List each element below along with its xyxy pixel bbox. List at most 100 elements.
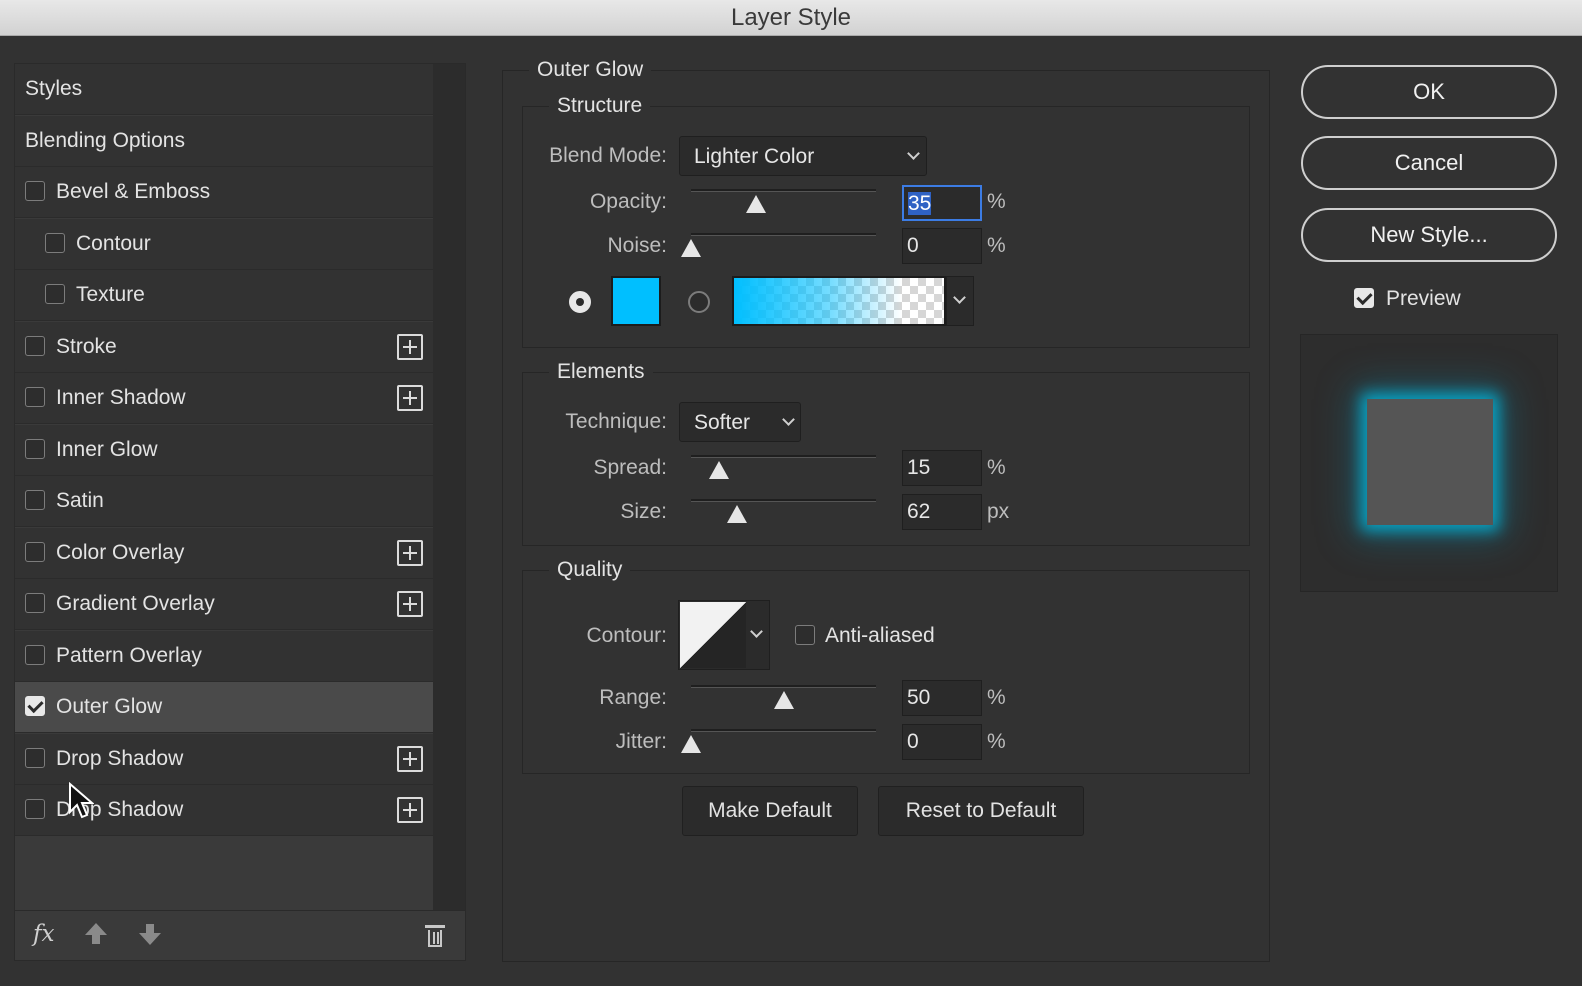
ok-button[interactable]: OK — [1301, 65, 1557, 119]
fx-button[interactable]: fx — [33, 921, 54, 947]
texture-checkbox[interactable] — [45, 284, 65, 304]
style-item-label: Gradient Overlay — [56, 592, 215, 615]
outer-glow-checkbox[interactable] — [25, 696, 45, 716]
style-item-label: Color Overlay — [56, 541, 185, 564]
reset-to-default-button[interactable]: Reset to Default — [878, 786, 1084, 836]
anti-aliased-label: Anti-aliased — [825, 624, 935, 647]
stroke-checkbox[interactable] — [25, 336, 45, 356]
range-slider[interactable] — [691, 685, 876, 688]
styles-scrollbar[interactable] — [433, 64, 465, 910]
style-item-inner-shadow[interactable]: Inner Shadow — [15, 373, 433, 424]
size-unit: px — [987, 500, 1010, 523]
glow-gradient-preview[interactable] — [732, 276, 946, 326]
gradient-radio[interactable] — [688, 291, 710, 313]
size-input[interactable]: 62 — [902, 494, 982, 530]
style-item-styles[interactable]: Styles — [15, 64, 433, 115]
jitter-slider[interactable] — [691, 729, 876, 732]
inner-shadow-checkbox[interactable] — [25, 387, 45, 407]
blend-mode-value: Lighter Color — [694, 145, 815, 168]
style-item-inner-glow[interactable]: Inner Glow — [15, 425, 433, 476]
color-overlay-checkbox[interactable] — [25, 542, 45, 562]
add-effect-icon[interactable] — [397, 591, 423, 617]
size-label: Size: — [620, 500, 667, 523]
make-default-button[interactable]: Make Default — [682, 786, 858, 836]
style-item-label: Texture — [76, 283, 145, 306]
jitter-slider-thumb[interactable] — [681, 735, 701, 753]
style-item-label: Blending Options — [25, 129, 185, 152]
add-effect-icon[interactable] — [397, 746, 423, 772]
drop-shadow-checkbox[interactable] — [25, 799, 45, 819]
opacity-value: 35 — [908, 192, 932, 215]
style-preview — [1300, 334, 1558, 592]
range-label: Range: — [599, 686, 667, 709]
trash-icon[interactable] — [425, 925, 445, 947]
style-item-bevel-emboss[interactable]: Bevel & Emboss — [15, 167, 433, 218]
spread-value: 15 — [907, 456, 931, 479]
styles-footer: fx — [15, 910, 465, 960]
noise-slider[interactable] — [691, 233, 876, 236]
add-effect-icon[interactable] — [397, 540, 423, 566]
chevron-down-icon — [907, 147, 920, 160]
range-value: 50 — [907, 686, 931, 709]
preview-thumbnail — [1367, 399, 1493, 525]
window-title: Layer Style — [730, 4, 852, 31]
spread-input[interactable]: 15 — [902, 450, 982, 486]
spread-slider[interactable] — [691, 455, 876, 458]
drop-shadow-checkbox[interactable] — [25, 748, 45, 768]
opacity-label: Opacity: — [589, 190, 667, 213]
contour-picker[interactable] — [678, 600, 770, 670]
bevel-emboss-checkbox[interactable] — [25, 181, 45, 201]
spread-label: Spread: — [593, 456, 667, 479]
spread-slider-thumb[interactable] — [708, 461, 729, 479]
add-effect-icon[interactable] — [397, 797, 423, 823]
inner-glow-checkbox[interactable] — [25, 439, 45, 459]
spread-unit: % — [987, 456, 1006, 479]
pattern-overlay-checkbox[interactable] — [25, 645, 45, 665]
new-style-button[interactable]: New Style... — [1301, 208, 1557, 262]
style-item-outer-glow[interactable]: Outer Glow — [15, 682, 433, 733]
opacity-slider-thumb[interactable] — [745, 195, 766, 213]
jitter-input[interactable]: 0 — [902, 724, 982, 760]
add-effect-icon[interactable] — [397, 334, 423, 360]
technique-dropdown[interactable]: Softer — [679, 402, 801, 442]
style-item-contour[interactable]: Contour — [15, 219, 433, 270]
technique-label: Technique: — [565, 410, 667, 433]
style-item-label: Satin — [56, 489, 104, 512]
gradient-picker-dropdown[interactable] — [946, 276, 974, 326]
technique-value: Softer — [694, 411, 751, 434]
preview-checkbox[interactable] — [1354, 288, 1374, 308]
style-item-drop-shadow[interactable]: Drop Shadow — [15, 734, 433, 785]
preview-label: Preview — [1386, 287, 1461, 310]
style-item-label: Outer Glow — [56, 695, 163, 718]
add-effect-icon[interactable] — [397, 385, 423, 411]
style-item-texture[interactable]: Texture — [15, 270, 433, 321]
size-slider[interactable] — [691, 499, 876, 502]
contour-curve-thumbnail[interactable] — [680, 602, 746, 668]
style-item-stroke[interactable]: Stroke — [15, 322, 433, 373]
gradient-overlay-checkbox[interactable] — [25, 593, 45, 613]
cancel-button[interactable]: Cancel — [1301, 136, 1557, 190]
style-item-label: Stroke — [56, 335, 117, 358]
style-item-color-overlay[interactable]: Color Overlay — [15, 528, 433, 579]
contour-checkbox[interactable] — [45, 233, 65, 253]
glow-color-swatch[interactable] — [611, 276, 661, 326]
anti-aliased-checkbox[interactable] — [795, 625, 815, 645]
noise-slider-thumb[interactable] — [681, 239, 701, 257]
range-input[interactable]: 50 — [902, 680, 982, 716]
noise-input[interactable]: 0 — [902, 228, 982, 264]
satin-checkbox[interactable] — [25, 490, 45, 510]
size-slider-thumb[interactable] — [727, 505, 748, 523]
style-item-pattern-overlay[interactable]: Pattern Overlay — [15, 631, 433, 682]
opacity-slider[interactable] — [691, 189, 876, 192]
noise-unit: % — [987, 234, 1006, 257]
style-item-blending-options[interactable]: Blending Options — [15, 116, 433, 167]
move-down-icon[interactable] — [139, 924, 161, 945]
style-item-satin[interactable]: Satin — [15, 476, 433, 527]
move-up-icon[interactable] — [85, 923, 107, 944]
opacity-input[interactable]: 35 — [902, 185, 982, 221]
range-slider-thumb[interactable] — [773, 691, 794, 709]
blend-mode-dropdown[interactable]: Lighter Color — [679, 136, 927, 176]
style-item-gradient-overlay[interactable]: Gradient Overlay — [15, 579, 433, 630]
noise-label: Noise: — [607, 234, 667, 257]
solid-color-radio[interactable] — [569, 291, 591, 313]
